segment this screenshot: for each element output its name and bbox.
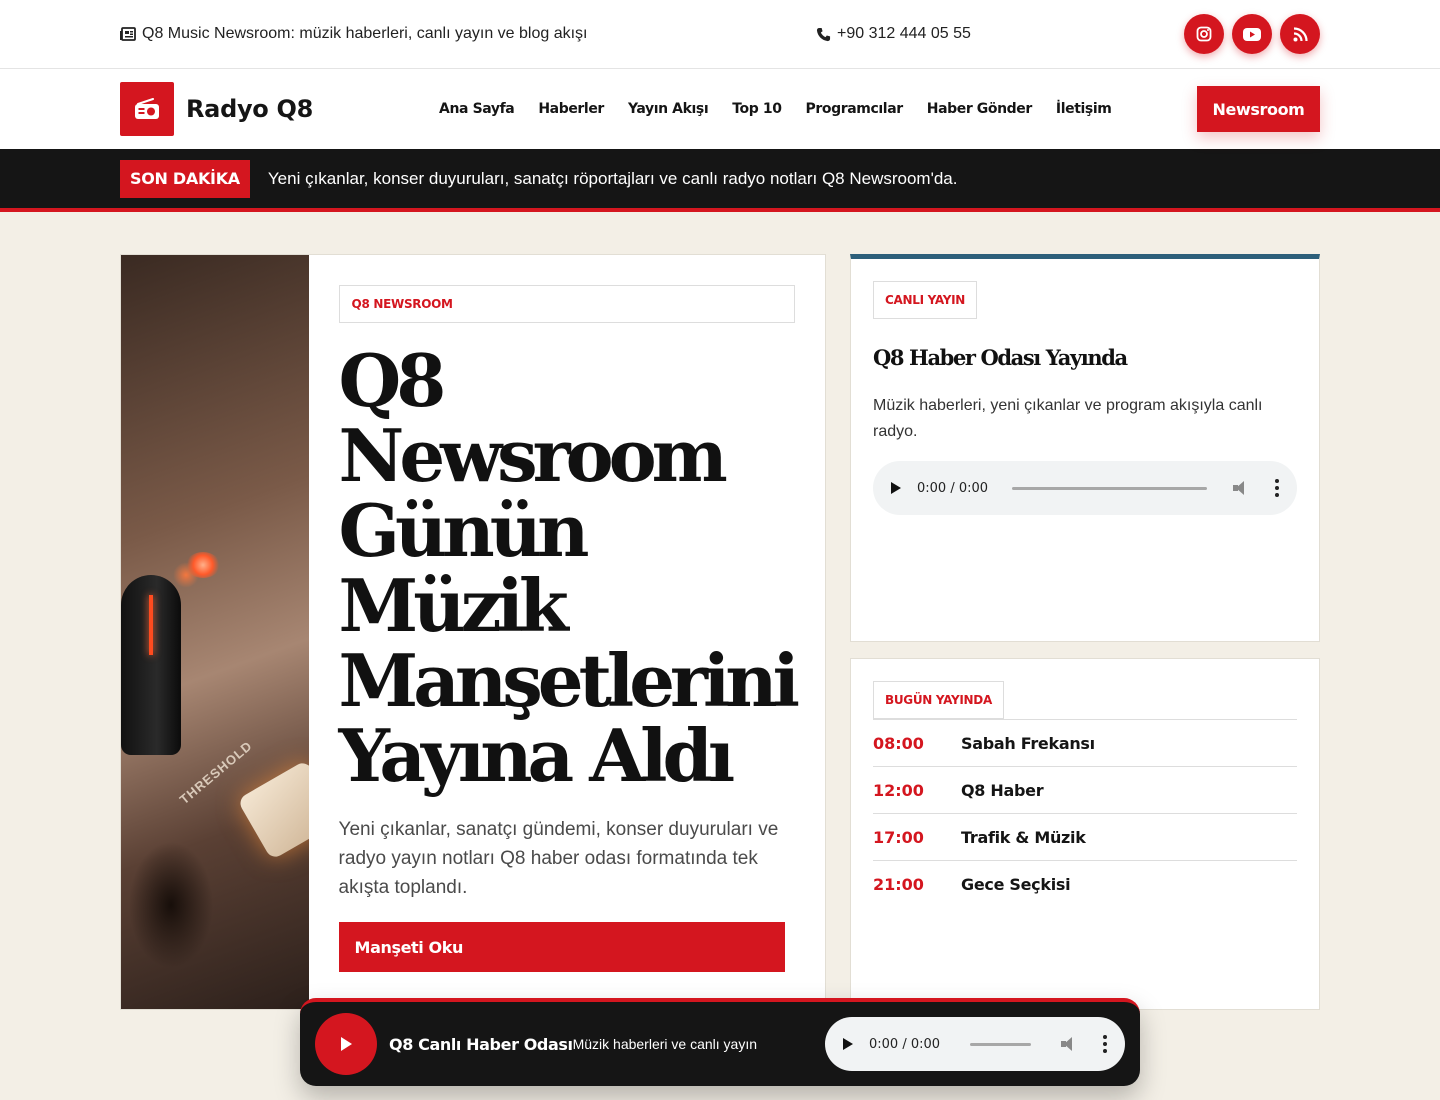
nav-item-yayin-akisi[interactable]: Yayın Akışı [628, 101, 709, 117]
play-icon [341, 1037, 352, 1051]
schedule-row[interactable]: 08:00 Sabah Frekansı [873, 720, 1297, 767]
nav-item-haberler[interactable]: Haberler [538, 101, 604, 117]
schedule-row[interactable]: 17:00 Trafik & Müzik [873, 814, 1297, 861]
schedule-program: Sabah Frekansı [961, 733, 1095, 753]
schedule-program: Trafik & Müzik [961, 827, 1086, 847]
live-badge: CANLI YAYIN [873, 281, 978, 319]
live-description: Müzik haberleri, yeni çıkanlar ve progra… [873, 397, 1263, 440]
play-icon[interactable] [891, 482, 901, 494]
today-schedule-card: BUGÜN YAYINDA 08:00 Sabah Frekansı 12:00… [850, 658, 1320, 1010]
live-broadcast-card: CANLI YAYIN Q8 Haber Odası Yayında Müzik… [850, 254, 1320, 642]
schedule-program: Gece Seçkisi [961, 875, 1071, 894]
instagram-button[interactable] [1184, 14, 1224, 54]
schedule-time: 08:00 [873, 733, 924, 753]
schedule-row[interactable]: 21:00 Gece Seçkisi [873, 861, 1297, 908]
hero-title-line: Yayına Aldı [338, 713, 736, 798]
hero-image: THRESHOLD [121, 255, 309, 1009]
player-subtitle: Müzik haberleri ve canlı yayın [572, 1036, 758, 1052]
audio-time: 0:00 / 0:00 [917, 480, 989, 496]
hero-image-pad [236, 759, 309, 861]
instagram-icon [1196, 26, 1212, 42]
hero-title-line: Q8 [338, 338, 447, 423]
hero-article: THRESHOLD Q8 NEWSROOM Q8 Newsroom Günün … [120, 254, 826, 1010]
ticker-label: SON DAKİKA [120, 159, 250, 198]
live-title: Q8 Haber Odası Yayında [873, 345, 1128, 370]
hero-category-badge[interactable]: Q8 NEWSROOM [338, 285, 795, 323]
site-header: Radyo Q8 Ana Sayfa Haberler Yayın Akışı … [0, 69, 1440, 149]
rss-icon [1293, 26, 1308, 41]
top-phone[interactable]: +90 312 444 05 55 [816, 25, 971, 43]
main-content: THRESHOLD Q8 NEWSROOM Q8 Newsroom Günün … [0, 254, 1440, 1010]
tagline-text: Q8 Music Newsroom: müzik haberleri, canl… [142, 25, 588, 42]
read-headline-button[interactable]: Manşeti Oku [338, 922, 785, 972]
nav-item-ana-sayfa[interactable]: Ana Sayfa [439, 101, 515, 117]
player-title: Q8 Canlı Haber Odası [389, 1034, 573, 1054]
breaking-news-ticker: SON DAKİKA Yeni çıkanlar, konser duyurul… [0, 149, 1440, 212]
schedule-row[interactable]: 12:00 Q8 Haber [873, 767, 1297, 814]
hero-title-line: Günün [338, 488, 590, 573]
hero-description: Yeni çıkanlar, sanatçı gündemi, konser d… [338, 819, 779, 898]
schedule-program: Q8 Haber [961, 780, 1044, 800]
nav-item-programcilar[interactable]: Programcılar [806, 101, 904, 117]
top-bar: Q8 Music Newsroom: müzik haberleri, canl… [0, 0, 1440, 69]
main-nav: Ana Sayfa Haberler Yayın Akışı Top 10 Pr… [439, 101, 1112, 117]
hero-title[interactable]: Q8 Newsroom Günün Müzik Manşetlerini Yay… [338, 338, 800, 798]
nav-item-iletisim[interactable]: İletişim [1056, 101, 1112, 117]
volume-icon[interactable] [1233, 481, 1249, 495]
more-options-icon[interactable] [1103, 1035, 1107, 1053]
player-audio-control[interactable]: 0:00 / 0:00 [825, 1017, 1125, 1071]
phone-icon [816, 27, 831, 41]
schedule-list: 08:00 Sabah Frekansı 12:00 Q8 Haber 17:0… [873, 719, 1297, 908]
audio-progress-bar[interactable] [1012, 486, 1207, 490]
hero-title-line: Müzik [338, 563, 569, 648]
volume-icon[interactable] [1061, 1037, 1077, 1051]
nav-item-top-10[interactable]: Top 10 [732, 101, 782, 117]
schedule-badge: BUGÜN YAYINDA [873, 681, 1004, 719]
ticker-text[interactable]: Yeni çıkanlar, konser duyuruları, sanatç… [268, 169, 958, 189]
live-audio-player[interactable]: 0:00 / 0:00 [873, 461, 1297, 515]
newsroom-button[interactable]: Newsroom [1197, 86, 1320, 132]
radio-icon [135, 98, 159, 119]
schedule-time: 21:00 [873, 875, 924, 894]
social-links [1184, 14, 1320, 54]
player-play-button[interactable] [315, 1013, 377, 1075]
play-icon[interactable] [843, 1038, 853, 1050]
schedule-time: 17:00 [873, 827, 924, 847]
hero-image-led [186, 552, 220, 578]
sticky-radio-player: Q8 Canlı Haber Odası Müzik haberleri ve … [300, 998, 1140, 1086]
more-options-icon[interactable] [1275, 479, 1279, 497]
audio-progress-bar[interactable] [970, 1042, 1031, 1046]
sidebar: CANLI YAYIN Q8 Haber Odası Yayında Müzik… [850, 254, 1320, 1010]
schedule-time: 12:00 [873, 780, 924, 800]
hero-body: Q8 NEWSROOM Q8 Newsroom Günün Müzik Manş… [309, 255, 825, 1009]
logo-badge[interactable] [120, 82, 174, 136]
hero-title-line: Newsroom [338, 413, 728, 498]
hero-image-knob [121, 575, 181, 755]
nav-item-haber-gonder[interactable]: Haber Gönder [927, 101, 1033, 117]
youtube-button[interactable] [1232, 14, 1272, 54]
logo-text[interactable]: Radyo Q8 [186, 95, 313, 123]
newspaper-icon [120, 27, 136, 41]
youtube-icon [1243, 27, 1261, 41]
rss-button[interactable] [1280, 14, 1320, 54]
hero-title-line: Manşetlerini [338, 638, 800, 723]
audio-time: 0:00 / 0:00 [869, 1036, 941, 1052]
phone-number: +90 312 444 05 55 [837, 25, 971, 42]
top-tagline: Q8 Music Newsroom: müzik haberleri, canl… [120, 25, 760, 43]
